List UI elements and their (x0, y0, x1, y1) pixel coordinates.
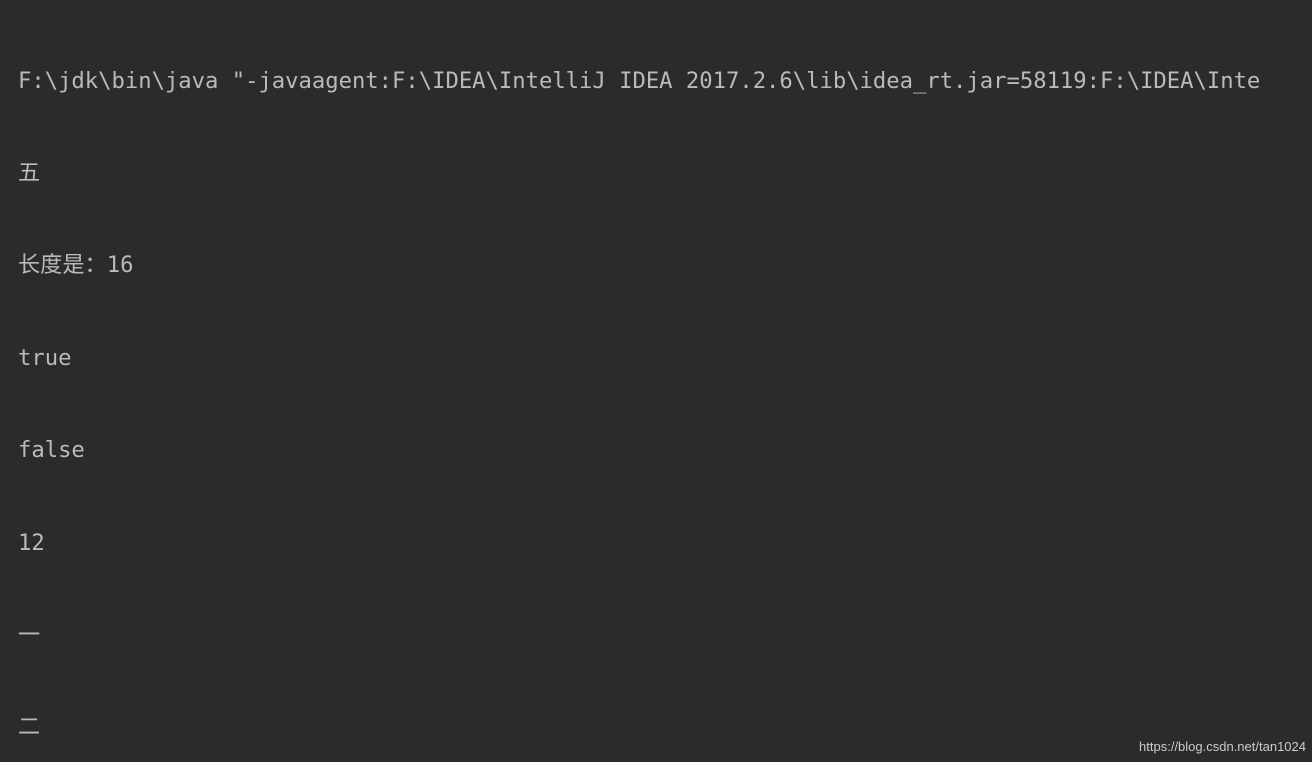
console-line: 长度是：16 (18, 250, 1312, 281)
console-line: 五 (18, 158, 1312, 189)
csdn-watermark: https://blog.csdn.net/tan1024 (1139, 740, 1306, 754)
console-line: 二 (18, 712, 1312, 743)
console-line: 12 (18, 528, 1312, 559)
console-line: true (18, 343, 1312, 374)
console-line-command: F:\jdk\bin\java "-javaagent:F:\IDEA\Inte… (18, 66, 1312, 97)
console-line: false (18, 435, 1312, 466)
console-line: 一 (18, 620, 1312, 651)
console-output-panel[interactable]: F:\jdk\bin\java "-javaagent:F:\IDEA\Inte… (0, 0, 1312, 762)
